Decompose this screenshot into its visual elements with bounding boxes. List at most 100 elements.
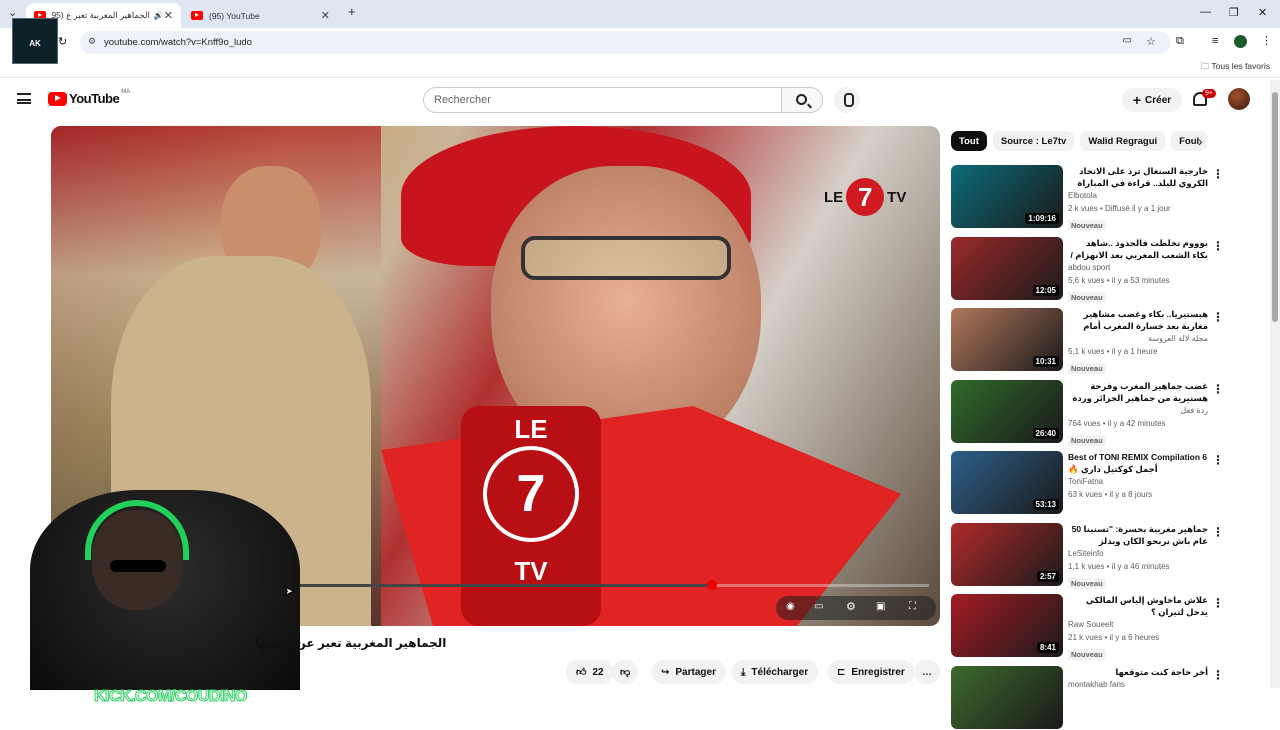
settings-gear-icon[interactable]: ⚙: [846, 600, 856, 613]
chip-all[interactable]: Tout: [951, 131, 987, 151]
recommendation-item[interactable]: 26:40 غضب جماهير المغرب وفرحة هستيرية من …: [951, 379, 1271, 446]
audio-icon[interactable]: 🔊: [154, 11, 164, 20]
video-thumbnail[interactable]: 1:09:16: [951, 165, 1063, 228]
more-options-icon[interactable]: ⋮: [1212, 167, 1224, 181]
menu-kebab-icon[interactable]: ⋮: [1261, 34, 1272, 47]
recommendation-item[interactable]: 1:09:16 خارجية السنغال ترد على الاتحاد ال…: [951, 165, 1271, 231]
like-button[interactable]: 👍︎ 22: [566, 660, 614, 684]
channel-name[interactable]: ردة فعل: [1068, 404, 1208, 417]
channel-name[interactable]: Raw Soueelt: [1068, 618, 1208, 631]
more-options-icon[interactable]: ⋮: [1212, 453, 1224, 467]
guide-menu-icon[interactable]: [17, 93, 31, 104]
site-info-icon[interactable]: ⚙: [88, 36, 96, 47]
video-thumbnail[interactable]: 26:40: [951, 379, 1063, 443]
scrollbar-thumb[interactable]: [1272, 92, 1278, 322]
account-avatar[interactable]: [1228, 88, 1250, 110]
recommendation-title[interactable]: علاش ماخاوش إلياس المالكي يدخل لتيران ؟: [1068, 594, 1208, 618]
more-options-icon[interactable]: ⋮: [1212, 525, 1224, 539]
scrubber-handle[interactable]: [706, 580, 717, 590]
duration-badge: 10:31: [1032, 356, 1059, 367]
video-thumbnail[interactable]: [951, 665, 1063, 729]
page-scrollbar[interactable]: [1270, 80, 1280, 688]
video-thumbnail[interactable]: 10:31: [951, 308, 1063, 371]
channel-name[interactable]: مجلة لالة العروسة: [1068, 332, 1208, 345]
fullscreen-icon[interactable]: ⛶: [909, 601, 916, 612]
recommendation-title[interactable]: أخر حاجة كنت متوقعها: [1068, 666, 1208, 678]
youtube-logo[interactable]: YouTube MA: [48, 89, 130, 106]
recommendation-title[interactable]: بوووم تخلطت فالحدود ..شاهد بكاء الشعب ال…: [1068, 237, 1208, 261]
more-options-icon[interactable]: ⋮: [1212, 668, 1224, 682]
download-icon: ⤓: [741, 666, 746, 678]
chevron-right-icon[interactable]: ›: [1198, 133, 1203, 149]
url-bar[interactable]: ⚙ youtube.com/watch?v=Knff9o_ludo ▭ ☆: [80, 31, 1170, 54]
recommendation-item[interactable]: 8:41 علاش ماخاوش إلياس المالكي يدخل لتيرا…: [951, 594, 1271, 660]
more-icon: …: [922, 666, 932, 678]
recommendation-item[interactable]: 53:13 Best of TONI REMIX Compilation 6 🔥 …: [951, 451, 1271, 515]
recommendation-title[interactable]: جماهير مغربية بحسرة: "تسنينا 50 عام باش …: [1068, 523, 1208, 547]
voice-search-icon[interactable]: [834, 87, 860, 113]
restore-icon[interactable]: ❐: [1229, 6, 1239, 19]
more-options-icon[interactable]: ⋮: [1212, 310, 1224, 324]
new-badge: Nouveau: [1068, 649, 1106, 660]
more-options-icon[interactable]: ⋮: [1212, 239, 1224, 253]
plus-icon: +: [1132, 92, 1142, 108]
close-tab-icon[interactable]: ✕: [321, 9, 330, 22]
mouse-cursor-icon: ➤: [283, 584, 295, 599]
video-progress-bar[interactable]: [299, 580, 929, 590]
create-button[interactable]: + Créer: [1122, 88, 1182, 112]
extensions-icon[interactable]: ⧉: [1176, 35, 1184, 48]
video-thumbnail[interactable]: 53:13: [951, 451, 1063, 514]
video-meta: غضب جماهير المغرب وفرحة هستيرية من جماهي…: [1068, 380, 1208, 448]
create-label: Créer: [1145, 94, 1172, 106]
red-scarf: [381, 406, 901, 626]
minimize-icon[interactable]: —: [1200, 6, 1211, 18]
media-icon[interactable]: ≡: [1212, 35, 1218, 47]
channel-name[interactable]: Elbotola: [1068, 189, 1208, 202]
share-icon: ↪: [661, 666, 670, 678]
reload-icon[interactable]: ↻: [58, 35, 67, 48]
chip-source[interactable]: Source : Le7tv: [992, 131, 1075, 151]
video-thumbnail[interactable]: 2:57: [951, 522, 1063, 586]
recommendation-item[interactable]: 12:05 بوووم تخلطت فالحدود ..شاهد بكاء الش…: [951, 236, 1271, 303]
recommendation-title[interactable]: Best of TONI REMIX Compilation 6 🔥 أجمل …: [1068, 451, 1208, 475]
streamer-webcam: [30, 490, 300, 690]
more-actions-button[interactable]: …: [914, 660, 940, 684]
search-button[interactable]: [781, 87, 823, 113]
all-bookmarks-button[interactable]: 🗀 Tous les favoris: [1201, 61, 1270, 75]
recommendation-title[interactable]: خارجية السنغال ترد على الاتحاد الكروي لل…: [1068, 165, 1208, 189]
bookmarks-bar: 🗀 Tous les favoris: [0, 56, 1280, 78]
save-button[interactable]: ⊏ Enregistrer: [827, 660, 915, 684]
channel-name[interactable]: abdou sport: [1068, 261, 1208, 274]
close-window-icon[interactable]: ✕: [1258, 6, 1267, 19]
bookmark-star-icon[interactable]: ☆: [1146, 35, 1156, 48]
duration-badge: 12:05: [1032, 284, 1059, 296]
more-options-icon[interactable]: ⋮: [1212, 596, 1224, 610]
profile-avatar[interactable]: [1234, 35, 1247, 48]
close-tab-icon[interactable]: ✕: [164, 9, 173, 22]
autoplay-toggle-icon[interactable]: ◉: [786, 601, 795, 612]
tab-youtube-home[interactable]: (95) YouTube ✕: [183, 3, 338, 28]
video-thumbnail[interactable]: 8:41: [951, 594, 1063, 657]
new-tab-button[interactable]: +: [348, 4, 356, 19]
cast-icon[interactable]: ▭: [1123, 35, 1132, 46]
chip-walid-regragui[interactable]: Walid Regragui: [1080, 131, 1166, 151]
recommendation-item[interactable]: 10:31 هيستيريا.. بكاء وغضب مشاهير مغاربة …: [951, 308, 1271, 374]
recommendation-item[interactable]: 2:57 جماهير مغربية بحسرة: "تسنينا 50 عام …: [951, 522, 1271, 589]
channel-name[interactable]: montakhab fans: [1068, 678, 1208, 691]
more-options-icon[interactable]: ⋮: [1212, 382, 1224, 396]
duration-badge: 1:09:16: [1025, 213, 1059, 224]
miniplayer-icon[interactable]: ▣: [876, 601, 885, 612]
recommendation-title[interactable]: هيستيريا.. بكاء وغضب مشاهير مغاربة بعد خ…: [1068, 308, 1208, 332]
channel-name[interactable]: LeSiteinfo: [1068, 547, 1208, 560]
folder-icon: 🗀: [1200, 61, 1212, 71]
new-badge: Nouveau: [1068, 434, 1106, 446]
search-icon: [796, 94, 807, 105]
download-button[interactable]: ⤓ Télécharger: [731, 660, 819, 684]
video-thumbnail[interactable]: 12:05: [951, 236, 1063, 300]
recommendation-title[interactable]: غضب جماهير المغرب وفرحة هستيرية من جماهي…: [1068, 380, 1208, 404]
dislike-button[interactable]: 👎︎: [612, 660, 639, 684]
channel-name[interactable]: ToniFatna: [1068, 475, 1208, 488]
share-button[interactable]: ↪ Partager: [651, 660, 726, 684]
search-input[interactable]: Rechercher: [423, 87, 782, 113]
subtitles-icon[interactable]: ▭: [814, 601, 823, 612]
